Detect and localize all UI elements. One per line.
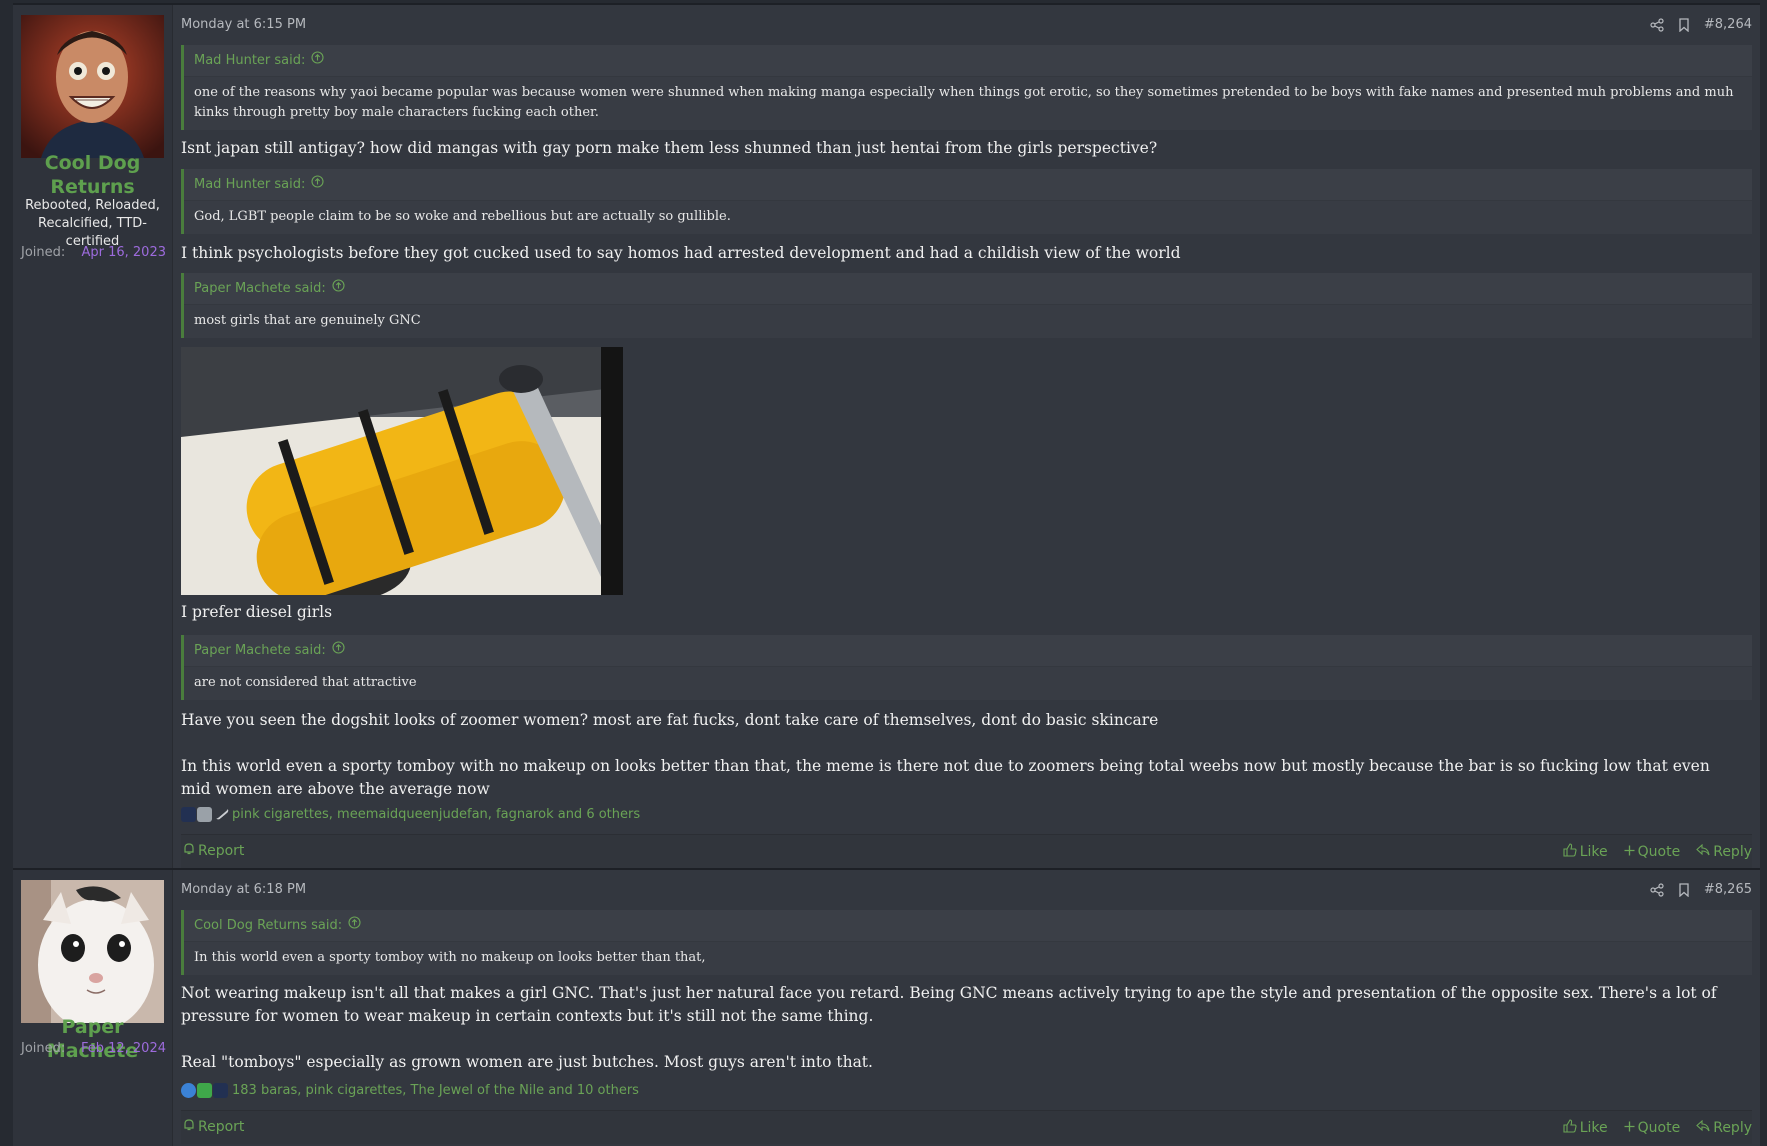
thumbs-up-icon — [1563, 842, 1577, 861]
quote-label: Quote — [1637, 1119, 1681, 1136]
joined-date[interactable]: Feb 12, 2024 — [81, 1041, 166, 1056]
post-text: Not wearing makeup isn't all that makes … — [181, 984, 1717, 1025]
post-meta: Monday at 6:15 PM #8,264 — [181, 17, 1752, 37]
reply-label: Reply — [1713, 1119, 1752, 1136]
quote-header[interactable]: Mad Hunter said: — [184, 45, 1752, 77]
post-text: I prefer diesel girls — [181, 603, 333, 621]
post-number[interactable]: #8,265 — [1704, 882, 1752, 897]
quote-block: Paper Machete said: most girls that are … — [181, 273, 1752, 338]
avatar[interactable] — [21, 880, 164, 1023]
reply-arrow-icon — [1696, 1119, 1710, 1136]
quote-header[interactable]: Cool Dog Returns said: — [184, 910, 1752, 942]
share-icon[interactable] — [1650, 882, 1664, 897]
quote-label: Quote — [1637, 843, 1681, 860]
share-icon[interactable] — [1650, 17, 1664, 32]
post-body: Monday at 6:15 PM #8,264 Mad Hunter said… — [181, 5, 1752, 868]
post: Paper Machete Joined: Feb 12, 2024 Monda… — [13, 868, 1760, 1146]
joined-label: Joined: — [21, 1041, 66, 1056]
quote-block: Cool Dog Returns said: In this world eve… — [181, 910, 1752, 975]
reaction-hat-icon — [213, 1082, 228, 1098]
reaction-icons — [181, 1082, 228, 1098]
post-text: Real "tomboys" especially as grown women… — [181, 1053, 873, 1071]
post-date[interactable]: Monday at 6:18 PM — [181, 882, 306, 897]
reactions-text[interactable]: 183 baras, pink cigarettes, The Jewel of… — [232, 1083, 639, 1098]
post-image[interactable] — [181, 347, 623, 595]
like-button[interactable]: Like — [1563, 842, 1608, 861]
reply-button[interactable]: Reply — [1696, 1119, 1752, 1136]
reactions-bar[interactable]: pink cigarettes, meemaidqueenjudefan, fa… — [181, 802, 640, 824]
post-text: Isnt japan still antigay? how did mangas… — [181, 139, 1158, 157]
arrow-up-circle-icon[interactable] — [348, 910, 361, 941]
quote-text: God, LGBT people claim to be so woke and… — [184, 201, 1752, 234]
reaction-check-icon — [197, 1082, 212, 1098]
post-number[interactable]: #8,264 — [1704, 17, 1752, 32]
bookmark-icon[interactable] — [1678, 882, 1690, 897]
post-date[interactable]: Monday at 6:15 PM — [181, 17, 306, 32]
arrow-up-circle-icon[interactable] — [311, 169, 324, 200]
reaction-pencil-icon — [211, 802, 230, 821]
like-label: Like — [1579, 843, 1608, 860]
quote-author[interactable]: Cool Dog Returns said: — [194, 910, 342, 941]
plus-icon — [1624, 844, 1635, 860]
avatar[interactable] — [21, 15, 164, 158]
thread: Cool Dog Returns Rebooted, Reloaded, Rec… — [0, 0, 1767, 1146]
post-text: I think psychologists before they got cu… — [181, 244, 1181, 262]
reply-button[interactable]: Reply — [1696, 843, 1752, 860]
reactions-text[interactable]: pink cigarettes, meemaidqueenjudefan, fa… — [232, 807, 640, 822]
quote-author[interactable]: Mad Hunter said: — [194, 169, 305, 200]
quote-header[interactable]: Mad Hunter said: — [184, 169, 1752, 201]
bell-icon — [183, 1111, 195, 1144]
quote-header[interactable]: Paper Machete said: — [184, 273, 1752, 305]
bell-icon — [183, 835, 195, 868]
quote-header[interactable]: Paper Machete said: — [184, 635, 1752, 667]
quote-text: are not considered that attractive — [184, 667, 1752, 700]
post-text: Have you seen the dogshit looks of zoome… — [181, 711, 1159, 729]
quote-button[interactable]: Quote — [1624, 1119, 1681, 1136]
reaction-like-icon — [181, 1082, 196, 1098]
post-text: In this world even a sporty tomboy with … — [181, 757, 1710, 798]
report-button[interactable]: Report — [183, 1111, 244, 1144]
arrow-up-circle-icon[interactable] — [311, 45, 324, 76]
username[interactable]: Cool Dog Returns — [13, 151, 172, 199]
post-meta: Monday at 6:18 PM #8,265 — [181, 882, 1752, 902]
report-label: Report — [198, 1119, 245, 1135]
user-sidebar: Cool Dog Returns Rebooted, Reloaded, Rec… — [13, 5, 173, 868]
user-sidebar: Paper Machete Joined: Feb 12, 2024 — [13, 870, 173, 1146]
reply-label: Reply — [1713, 843, 1752, 860]
quote-author[interactable]: Paper Machete said: — [194, 635, 326, 666]
reaction-hat-icon — [181, 806, 196, 822]
quote-block: Paper Machete said: are not considered t… — [181, 635, 1752, 700]
arrow-up-circle-icon[interactable] — [332, 635, 345, 666]
post-footer: Report Like Quote Reply — [181, 834, 1752, 868]
thumbs-up-icon — [1563, 1118, 1577, 1137]
like-button[interactable]: Like — [1563, 1118, 1608, 1137]
reactions-bar[interactable]: 183 baras, pink cigarettes, The Jewel of… — [181, 1080, 639, 1100]
quote-block: Mad Hunter said: one of the reasons why … — [181, 45, 1752, 130]
bookmark-icon[interactable] — [1678, 17, 1690, 32]
quote-button[interactable]: Quote — [1624, 843, 1681, 860]
plus-icon — [1624, 1120, 1635, 1136]
quote-text: one of the reasons why yaoi became popul… — [184, 77, 1752, 130]
quote-text: In this world even a sporty tomboy with … — [184, 942, 1752, 975]
quote-author[interactable]: Paper Machete said: — [194, 273, 326, 304]
reply-arrow-icon — [1696, 843, 1710, 860]
joined-label: Joined: — [21, 245, 66, 260]
quote-text: most girls that are genuinely GNC — [184, 305, 1752, 338]
like-label: Like — [1579, 1119, 1608, 1136]
arrow-up-circle-icon[interactable] — [332, 273, 345, 304]
post-body: Monday at 6:18 PM #8,265 Cool Dog Return… — [181, 870, 1752, 1146]
reaction-icons — [181, 802, 230, 822]
report-button[interactable]: Report — [183, 835, 244, 868]
user-title: Rebooted, Reloaded, Recalcified, TTD-cer… — [25, 198, 160, 249]
report-label: Report — [198, 843, 245, 859]
post: Cool Dog Returns Rebooted, Reloaded, Rec… — [13, 3, 1760, 868]
joined-date[interactable]: Apr 16, 2023 — [81, 245, 166, 260]
reaction-note-icon — [197, 806, 212, 822]
quote-author[interactable]: Mad Hunter said: — [194, 45, 305, 76]
quote-block: Mad Hunter said: God, LGBT people claim … — [181, 169, 1752, 234]
post-footer: Report Like Quote Reply — [181, 1110, 1752, 1144]
